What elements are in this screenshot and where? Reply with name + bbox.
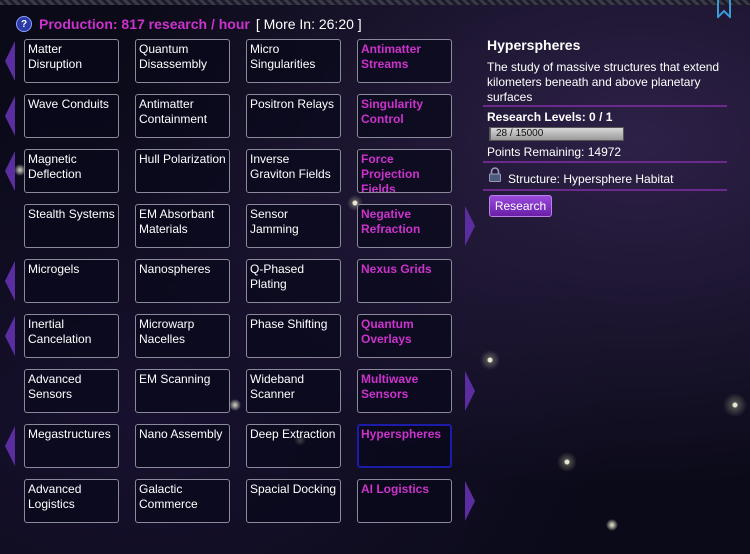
tech-tile[interactable]: Multiwave Sensors xyxy=(357,369,452,413)
tech-tile[interactable]: Sensor Jamming xyxy=(246,204,341,248)
tech-tile[interactable]: Quantum Overlays xyxy=(357,314,452,358)
tech-tile[interactable]: Microgels xyxy=(24,259,119,303)
tech-tile[interactable]: EM Absorbant Materials xyxy=(135,204,230,248)
row-arrow-left xyxy=(5,151,15,191)
tech-tile[interactable]: Deep Extraction xyxy=(246,424,341,468)
tech-tile[interactable]: Singularity Control xyxy=(357,94,452,138)
tech-tile[interactable]: Megastructures xyxy=(24,424,119,468)
tech-tile[interactable]: Antimatter Streams xyxy=(357,39,452,83)
tech-title: Hyperspheres xyxy=(487,37,581,53)
tech-tile[interactable]: Nexus Grids xyxy=(357,259,452,303)
help-icon[interactable]: ? xyxy=(16,16,32,32)
tech-tile[interactable]: AI Logistics xyxy=(357,479,452,523)
production-header: ? Production: 817 research / hour [ More… xyxy=(16,15,362,33)
production-rate: Production: 817 research / hour xyxy=(39,16,250,32)
tech-tile[interactable]: Positron Relays xyxy=(246,94,341,138)
top-border xyxy=(0,0,750,5)
required-structure: Structure: Hypersphere Habitat xyxy=(508,172,674,186)
bookmark-icon[interactable] xyxy=(715,0,733,18)
tech-tile[interactable]: Negative Refraction xyxy=(357,204,452,248)
row-arrow-left xyxy=(5,41,15,81)
divider xyxy=(483,105,727,107)
tech-tile[interactable]: Q-Phased Plating xyxy=(246,259,341,303)
tech-tile[interactable]: Nano Assembly xyxy=(135,424,230,468)
tech-tile[interactable]: Inertial Cancelation xyxy=(24,314,119,358)
tech-tile[interactable]: Stealth Systems xyxy=(24,204,119,248)
tech-tile[interactable]: Advanced Logistics xyxy=(24,479,119,523)
tech-tile[interactable]: Hull Polarization xyxy=(135,149,230,193)
research-button[interactable]: Research xyxy=(489,195,552,217)
divider xyxy=(483,161,727,163)
points-remaining: Points Remaining: 14972 xyxy=(487,145,622,159)
tech-tile[interactable]: Micro Singularities xyxy=(246,39,341,83)
tech-description: The study of massive structures that ext… xyxy=(487,60,720,104)
tech-tile[interactable]: Wave Conduits xyxy=(24,94,119,138)
tech-tile[interactable]: Wideband Scanner xyxy=(246,369,341,413)
tech-tile[interactable]: Spacial Docking xyxy=(246,479,341,523)
row-arrow-left xyxy=(5,426,15,466)
lock-icon xyxy=(489,167,501,182)
tech-tile[interactable]: Microwarp Nacelles xyxy=(135,314,230,358)
tech-tile[interactable]: Nanospheres xyxy=(135,259,230,303)
tech-tile[interactable]: EM Scanning xyxy=(135,369,230,413)
row-arrow-left xyxy=(5,96,15,136)
divider xyxy=(483,189,727,191)
tech-tile[interactable]: Force Projection Fields xyxy=(357,149,452,193)
tech-tile[interactable]: Antimatter Containment xyxy=(135,94,230,138)
tech-tile[interactable]: Inverse Graviton Fields xyxy=(246,149,341,193)
row-arrow-left xyxy=(5,261,15,301)
row-arrow-right xyxy=(465,371,475,411)
tech-tile[interactable]: Magnetic Deflection xyxy=(24,149,119,193)
tech-tile[interactable]: Phase Shifting xyxy=(246,314,341,358)
tech-tile[interactable]: Galactic Commerce xyxy=(135,479,230,523)
research-levels: Research Levels: 0 / 1 xyxy=(487,110,613,124)
row-arrow-left xyxy=(5,316,15,356)
research-progress-bar: 28 / 15000 xyxy=(489,127,624,141)
next-research-timer: [ More In: 26:20 ] xyxy=(255,16,362,32)
tech-tile[interactable]: Quantum Disassembly xyxy=(135,39,230,83)
row-arrow-right xyxy=(465,481,475,521)
tech-tile[interactable]: Matter Disruption xyxy=(24,39,119,83)
row-arrow-right xyxy=(465,206,475,246)
tech-tile[interactable]: Advanced Sensors xyxy=(24,369,119,413)
tech-tile[interactable]: Hyperspheres xyxy=(357,424,452,468)
progress-text: 28 / 15000 xyxy=(496,128,544,139)
